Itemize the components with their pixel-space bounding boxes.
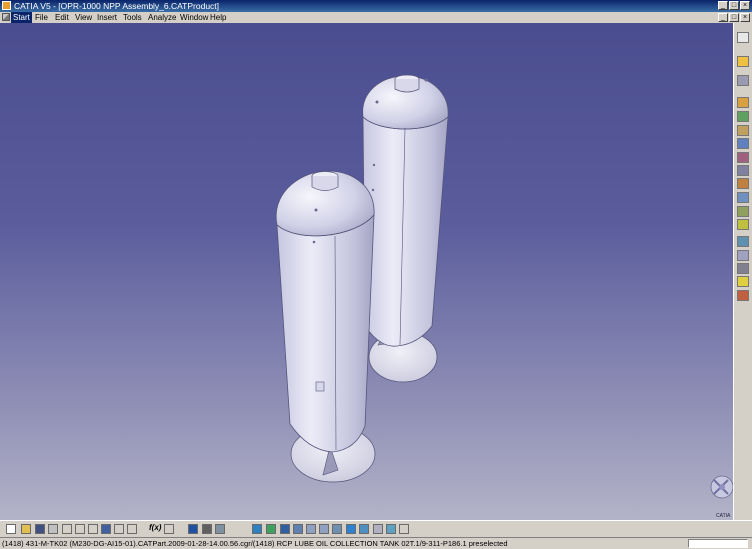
new-product-icon[interactable] — [737, 111, 749, 122]
tank-front-nameplate — [315, 381, 325, 392]
undo-icon[interactable] — [101, 524, 111, 534]
status-text: (1418) 431-M-TK02 (M230-DG-AI15-01).CATP… — [2, 539, 508, 548]
menu-file[interactable]: File — [35, 12, 48, 23]
tank-back-body — [362, 116, 449, 347]
filter-icon[interactable] — [737, 75, 749, 86]
menu-insert[interactable]: Insert — [97, 12, 117, 23]
menu-view[interactable]: View — [75, 12, 92, 23]
tank-back-nozzle-side — [394, 79, 420, 93]
zoom-out-icon[interactable] — [319, 524, 329, 534]
replace-component-icon[interactable] — [737, 152, 749, 163]
tank-front[interactable] — [275, 170, 376, 483]
fix-component-icon[interactable] — [737, 290, 749, 301]
command-input[interactable] — [688, 539, 748, 548]
close-button[interactable]: × — [740, 1, 750, 10]
menu-tools[interactable]: Tools — [123, 12, 142, 23]
document-menu-icon[interactable] — [2, 13, 10, 21]
bottom-toolbar: f(x) — [0, 520, 752, 537]
doc-minimize-button[interactable]: _ — [718, 13, 728, 22]
menu-analyze[interactable]: Analyze — [148, 12, 176, 23]
rotate-icon[interactable] — [293, 524, 303, 534]
right-toolbar — [733, 23, 752, 520]
generate-numbering-icon[interactable] — [737, 178, 749, 189]
compass-widget[interactable]: CATIA — [710, 475, 733, 519]
graph-tree-icon[interactable] — [737, 165, 749, 176]
multi-view-icon[interactable] — [346, 524, 356, 534]
light-bulb-icon[interactable] — [737, 276, 749, 287]
fit-all-icon[interactable] — [266, 524, 276, 534]
new-part-icon[interactable] — [737, 125, 749, 136]
paste-icon[interactable] — [88, 524, 98, 534]
multi-instantiation-icon[interactable] — [737, 192, 749, 203]
swap-visible-space-icon[interactable] — [399, 524, 409, 534]
select-arrow-icon[interactable] — [737, 56, 749, 67]
new-component-icon[interactable] — [737, 97, 749, 108]
zoom-in-icon[interactable] — [306, 524, 316, 534]
copy-icon[interactable] — [75, 524, 85, 534]
catalog-icon[interactable] — [188, 524, 198, 534]
maximize-button[interactable]: □ — [729, 1, 739, 10]
model-render: CATIA — [275, 74, 733, 519]
open-file-icon[interactable] — [21, 524, 31, 534]
fly-mode-icon[interactable] — [252, 524, 262, 534]
doc-close-button[interactable]: × — [740, 13, 750, 22]
doc-restore-button[interactable]: □ — [729, 13, 739, 22]
isometric-view-icon[interactable] — [359, 524, 369, 534]
snap-icon[interactable] — [737, 219, 749, 230]
select-tool-icon[interactable] — [737, 32, 749, 43]
save-icon[interactable] — [35, 524, 45, 534]
print-icon[interactable] — [48, 524, 58, 534]
normal-view-icon[interactable] — [332, 524, 342, 534]
menu-start[interactable]: Start — [11, 12, 32, 23]
minimize-button[interactable]: _ — [718, 1, 728, 10]
catia-logo-text: CATIA — [716, 513, 731, 519]
shading-icon[interactable] — [373, 524, 383, 534]
manipulation-icon[interactable] — [737, 206, 749, 217]
hide-show-icon[interactable] — [386, 524, 396, 534]
comment-icon[interactable] — [164, 524, 174, 534]
cut-icon[interactable] — [62, 524, 72, 534]
status-bar: (1418) 431-M-TK02 (M230-DG-AI15-01).CATP… — [0, 537, 752, 549]
catia-app-icon[interactable] — [2, 1, 11, 10]
formula-button[interactable]: f(x) — [149, 523, 161, 532]
menu-window[interactable]: Window — [180, 12, 208, 23]
menu-help[interactable]: Help — [210, 12, 226, 23]
3d-viewport[interactable]: CATIA — [0, 23, 733, 520]
tank-back[interactable] — [362, 74, 449, 383]
explode-icon[interactable] — [737, 236, 749, 247]
menu-edit[interactable]: Edit — [55, 12, 69, 23]
tank-front-body — [276, 214, 375, 453]
constraint-icon[interactable] — [737, 263, 749, 274]
clash-icon[interactable] — [737, 250, 749, 261]
pan-icon[interactable] — [280, 524, 290, 534]
whats-this-icon[interactable] — [127, 524, 137, 534]
existing-component-icon[interactable] — [737, 138, 749, 149]
new-file-icon[interactable] — [6, 524, 16, 534]
tank-front-nozzle-side — [311, 176, 339, 191]
tools-icon[interactable] — [202, 524, 212, 534]
title-bar: CATIA V5 - [OPR-1000 NPP Assembly_6.CATP… — [0, 0, 752, 12]
measure-icon[interactable] — [215, 524, 225, 534]
redo-icon[interactable] — [114, 524, 124, 534]
window-title: CATIA V5 - [OPR-1000 NPP Assembly_6.CATP… — [14, 1, 220, 11]
